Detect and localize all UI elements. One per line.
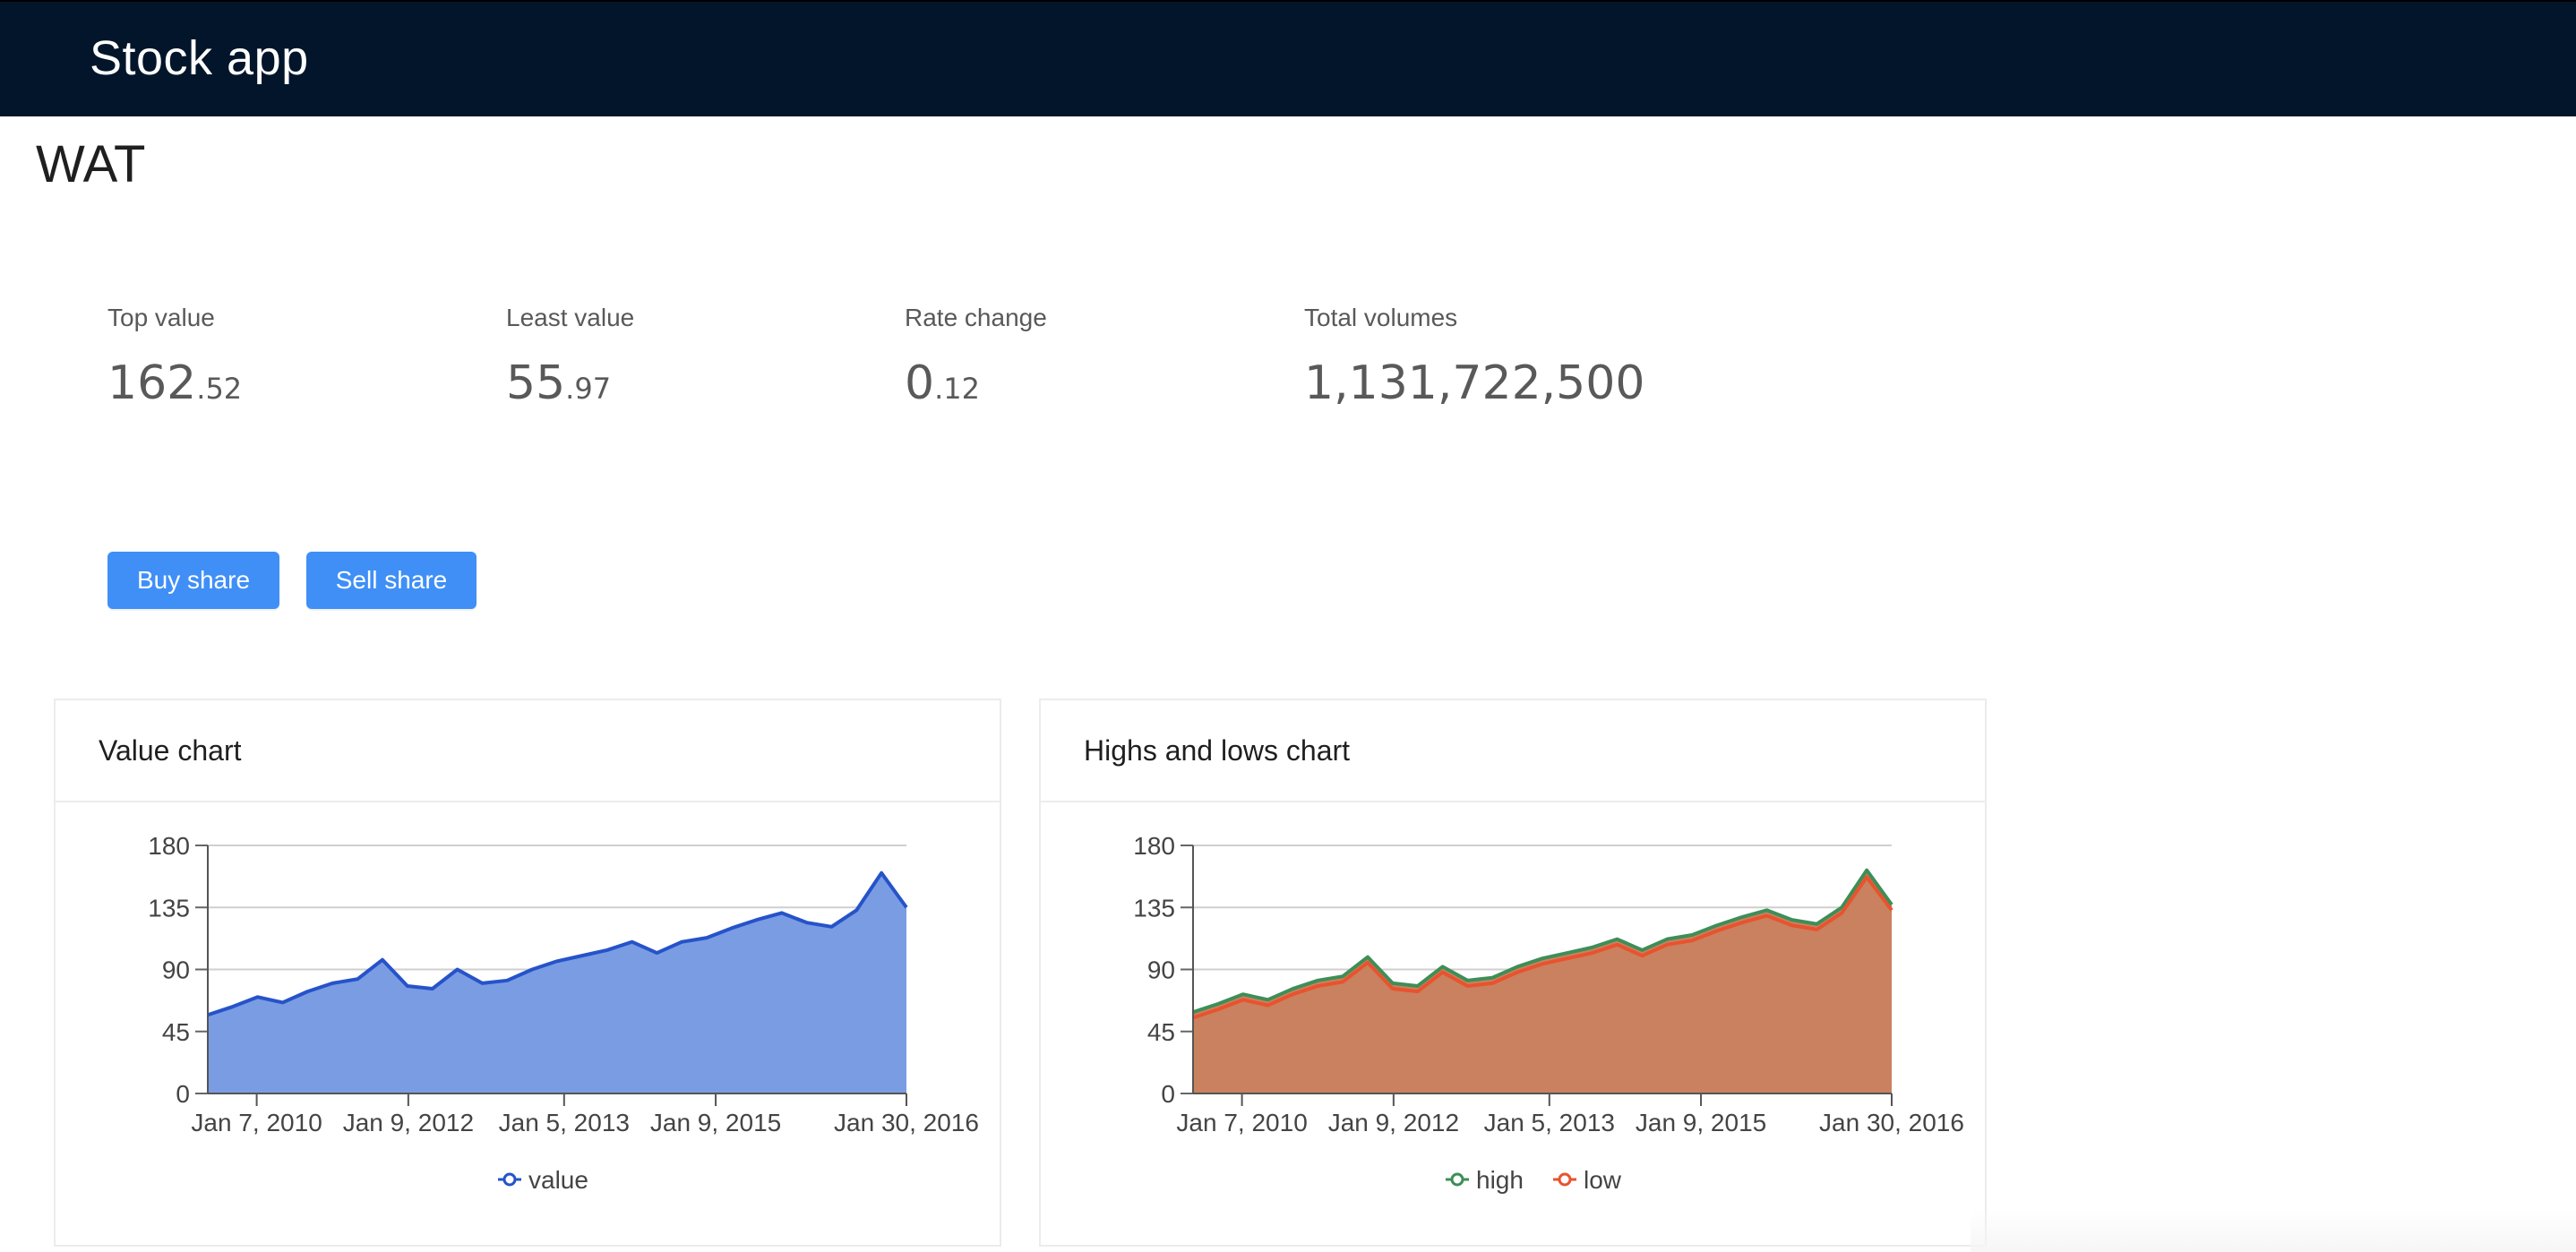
- y-tick-label: 135: [1133, 894, 1175, 922]
- x-tick-label: Jan 30, 2016: [834, 1109, 979, 1136]
- stat-least-value: Least value 55.97: [506, 303, 634, 416]
- x-tick-label: Jan 5, 2013: [1484, 1109, 1615, 1136]
- legend-label-value: value: [528, 1166, 588, 1194]
- card-title: Highs and lows chart: [1084, 733, 1351, 767]
- stat-label: Total volumes: [1304, 304, 1458, 331]
- y-tick-label: 180: [1133, 832, 1175, 860]
- stat-label: Rate change: [905, 304, 1047, 331]
- value-chart: 0 45 90 135 180 Jan 7, 2010 Jan 9, 2012 Jan 5, …: [148, 832, 979, 1194]
- stat-rate-change: Rate change 0.12: [905, 303, 1047, 416]
- legend-label-low: low: [1584, 1166, 1622, 1194]
- stat-label: Least value: [506, 304, 635, 331]
- legend-marker-low: [1558, 1172, 1572, 1187]
- stat-top-value: Top value 162.52: [107, 303, 242, 416]
- x-tick-label: Jan 7, 2010: [191, 1109, 322, 1136]
- buy-share-button[interactable]: Buy share: [107, 552, 279, 609]
- stat-value: 162.52: [107, 356, 242, 416]
- stat-total-volumes: Total volumes 1,131,722,500: [1304, 303, 1644, 416]
- y-tick-label: 0: [176, 1080, 190, 1108]
- stat-value-dec: .12: [934, 372, 980, 406]
- stat-value-dec: .97: [565, 372, 612, 406]
- stat-value-int: 0: [905, 356, 935, 410]
- stat-value-int: 55: [506, 356, 566, 410]
- highs-lows-chart: 0 45 90 135 180 Jan 7, 2010 Jan 9, 2012 Jan 5, …: [1133, 832, 1964, 1194]
- stat-value: 0.12: [905, 356, 1047, 416]
- value-chart-card: Value chart 0 45 90 135 180 Jan 7, 2010 Jan 9,…: [54, 699, 1001, 1247]
- card-header: Highs and lows chart: [1041, 700, 1985, 802]
- stat-value-int: 1,131,722,500: [1304, 356, 1645, 410]
- page-fade: [1971, 1209, 2576, 1252]
- sell-share-button[interactable]: Sell share: [306, 552, 477, 609]
- legend-label-high: high: [1476, 1166, 1524, 1194]
- y-tick-label: 45: [1147, 1018, 1175, 1046]
- ticker-symbol: WAT: [36, 135, 146, 193]
- series-area-value: [208, 872, 906, 1093]
- x-tick-label: Jan 9, 2015: [650, 1109, 781, 1136]
- stat-label: Top value: [107, 304, 215, 331]
- stat-value: 55.97: [506, 356, 634, 416]
- x-tick-label: Jan 5, 2013: [499, 1109, 630, 1136]
- y-tick-label: 135: [148, 894, 190, 922]
- x-tick-label: Jan 9, 2012: [1328, 1109, 1459, 1136]
- x-tick-label: Jan 9, 2012: [343, 1109, 474, 1136]
- y-tick-label: 180: [148, 832, 190, 860]
- card-header: Value chart: [56, 700, 1000, 802]
- x-tick-label: Jan 30, 2016: [1819, 1109, 1964, 1136]
- x-tick-label: Jan 7, 2010: [1176, 1109, 1307, 1136]
- stat-value-int: 162: [107, 356, 197, 410]
- y-tick-label: 90: [1147, 956, 1175, 984]
- y-tick-label: 90: [162, 956, 190, 984]
- navbar: Stock app: [0, 0, 2576, 116]
- legend-marker-high: [1450, 1172, 1464, 1187]
- y-tick-label: 45: [162, 1018, 190, 1046]
- stat-value-dec: .52: [196, 372, 243, 406]
- card-title: Value chart: [99, 733, 242, 767]
- app-title[interactable]: Stock app: [90, 30, 309, 86]
- stat-value: 1,131,722,500: [1304, 356, 1644, 416]
- x-tick-label: Jan 9, 2015: [1636, 1109, 1766, 1136]
- highs-lows-chart-card: Highs and lows chart 0 45 90 135 180 Jan 7, 2…: [1039, 699, 1987, 1247]
- legend-marker-value: [502, 1172, 517, 1187]
- y-tick-label: 0: [1161, 1080, 1175, 1108]
